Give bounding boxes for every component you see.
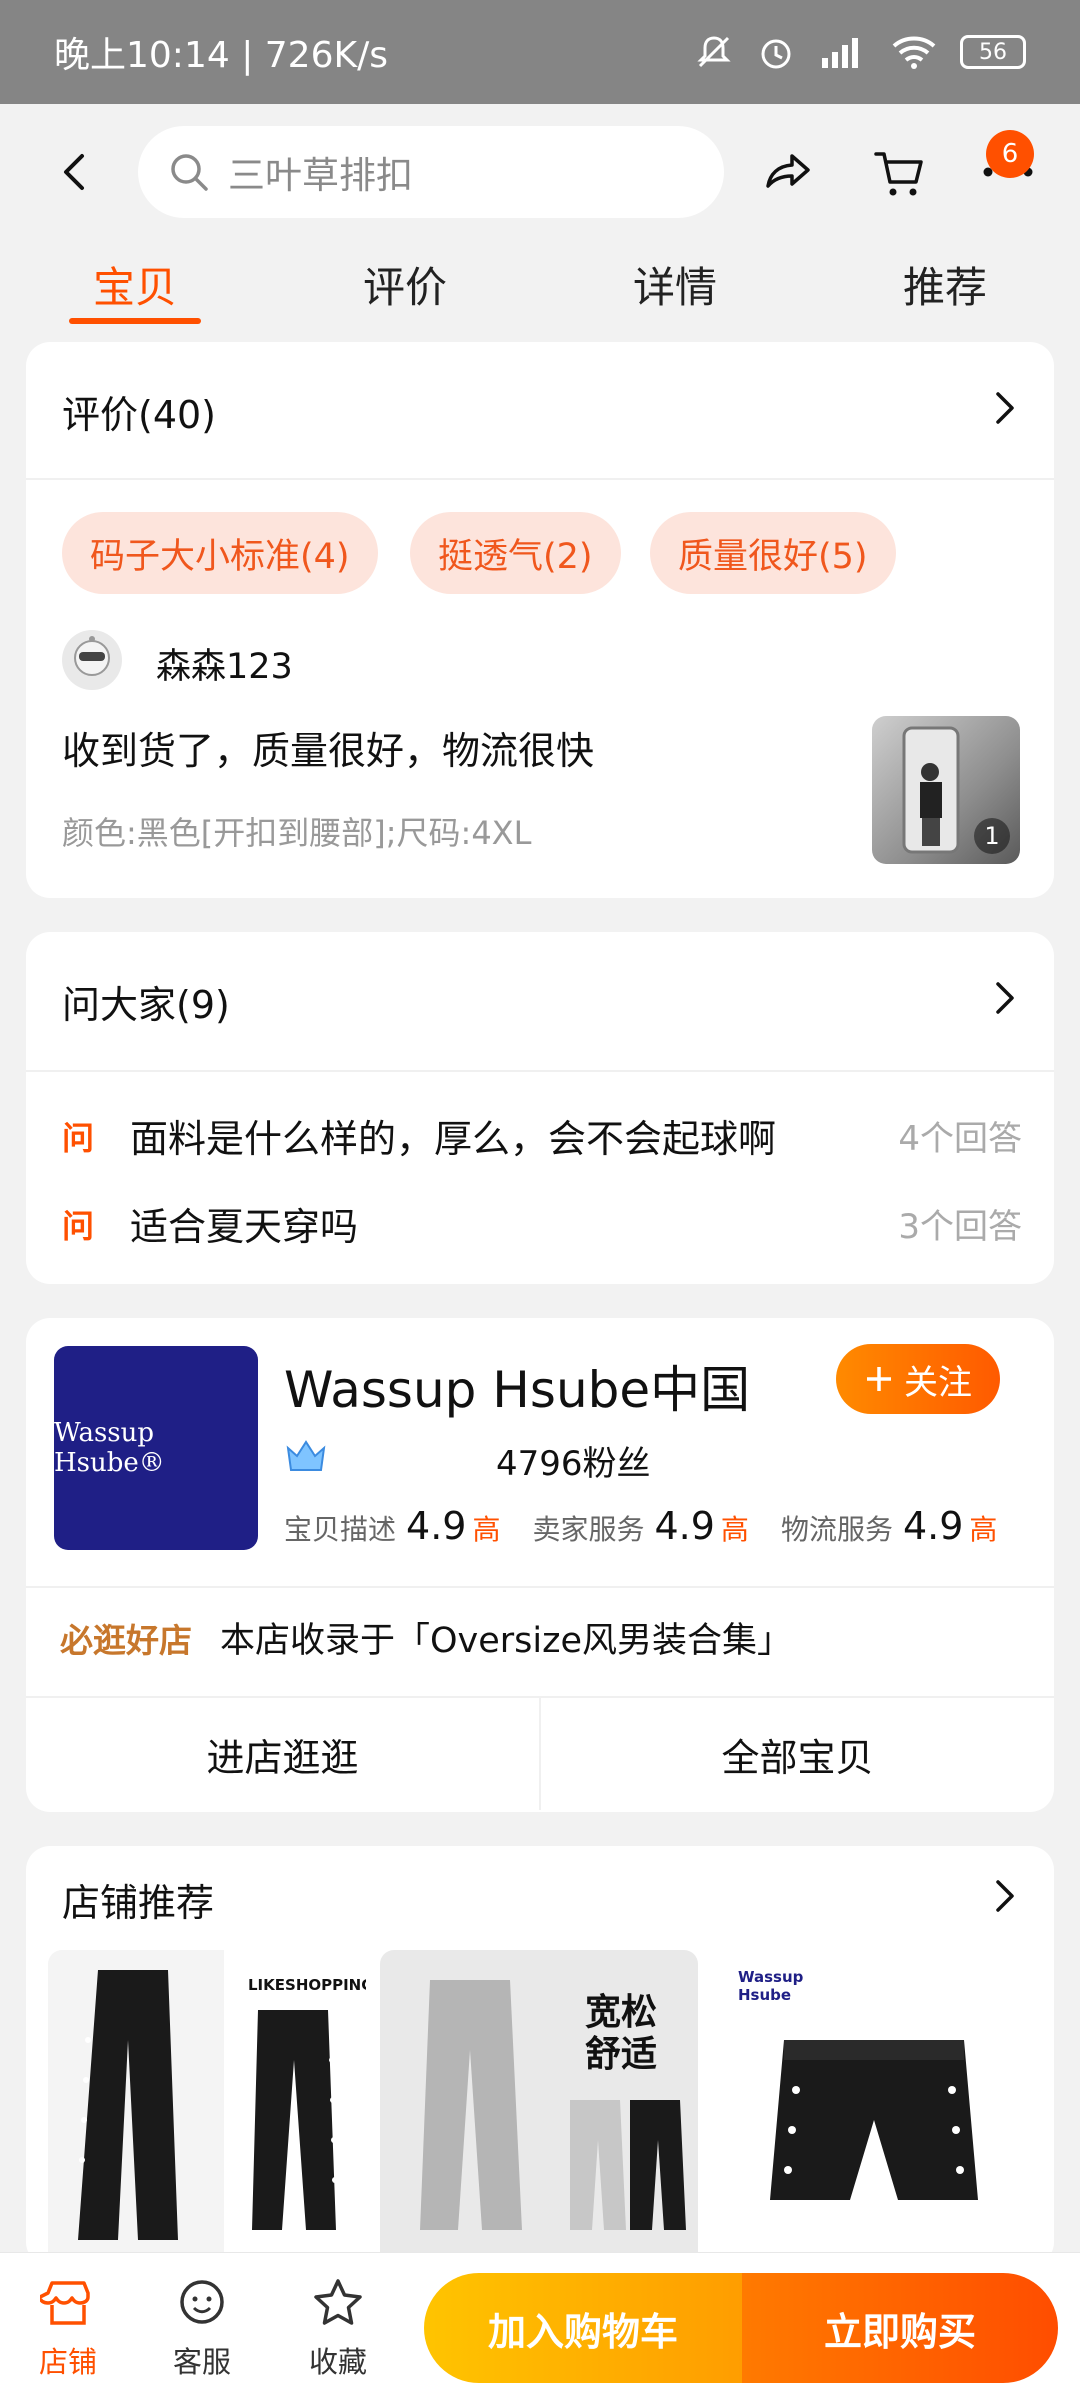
status-time-speed: 晚上10:14 | 726K/s (54, 35, 388, 76)
qa-row[interactable]: 问 适合夏天穿吗 3个回答 (62, 1196, 1022, 1251)
divider (26, 1586, 1054, 1588)
question-text: 面料是什么样的，厚么，会不会起球啊 (130, 1117, 777, 1161)
chevron-right-icon[interactable] (992, 1876, 1018, 1916)
qa-card: 问大家(9) 问 面料是什么样的，厚么，会不会起球啊 4个回答 问 适合夏天穿吗… (26, 932, 1054, 1284)
shop-logo[interactable]: Wassup Hsube® (54, 1346, 258, 1550)
chevron-right-icon[interactable] (992, 388, 1018, 428)
shop-actions: 进店逛逛 全部宝贝 (26, 1696, 1054, 1810)
buy-now-button[interactable]: 立即购买 (742, 2273, 1058, 2383)
crown-icon (286, 1440, 326, 1471)
all-items-button[interactable]: 全部宝贝 (541, 1698, 1054, 1810)
score-grade: 高 (720, 1513, 749, 1546)
alarm-icon (761, 39, 791, 69)
fans-count: 4796粉丝 (496, 1444, 651, 1484)
recommend-card: 店铺推荐 LIKESHOPPING 宽松舒适 Wassup Hsube (26, 1846, 1054, 2266)
bottom-action-bar: 店铺 客服 收藏 加入购物车 立即购买 (0, 2252, 1080, 2400)
answer-count: 3个回答 (898, 1207, 1022, 1247)
search-bar[interactable]: 三叶草排扣 (138, 126, 724, 218)
divider (26, 478, 1054, 480)
service-label: 客服 (172, 2345, 231, 2379)
score-value: 4.9 (902, 1504, 964, 1548)
favorite-tab[interactable]: 收藏 (288, 2275, 388, 2381)
score-label: 宝贝描述 (284, 1513, 397, 1546)
battery-level: 56 (979, 39, 1007, 65)
score-label: 卖家服务 (532, 1513, 645, 1546)
signal-icon (822, 38, 858, 68)
battery-icon: 56 (960, 35, 1026, 69)
shop-scores: 宝贝描述 4.9 高 卖家服务 4.9 高 物流服务 4.9 高 (284, 1504, 1029, 1548)
question-tag: 问 (62, 1118, 95, 1157)
score-label: 物流服务 (780, 1513, 893, 1546)
product-card[interactable]: LIKESHOPPING (48, 1950, 366, 2266)
store-icon (40, 2281, 90, 2325)
score-value: 4.9 (406, 1504, 467, 1548)
store-label: 店铺 (38, 2345, 97, 2379)
pants-image (48, 1950, 338, 2266)
chevron-right-icon[interactable] (992, 978, 1018, 1018)
product-tag-text: 宽松舒适 (584, 1992, 657, 2075)
score-value: 4.9 (654, 1504, 715, 1548)
review-chip[interactable]: 码子大小标准(4) (62, 512, 378, 594)
add-to-cart-button[interactable]: 加入购物车 (424, 2273, 742, 2383)
review-photo[interactable]: 1 (872, 716, 1020, 864)
shop-name[interactable]: Wassup Hsube中国 (284, 1350, 750, 1422)
back-icon[interactable] (52, 148, 100, 196)
photo-count: 1 (974, 818, 1010, 854)
reviewer-name: 森森123 (156, 647, 293, 687)
service-tab[interactable]: 客服 (152, 2275, 252, 2381)
status-bar: 晚上10:14 | 726K/s 56 (0, 0, 1080, 104)
product-brand-text: LIKESHOPPING (248, 1976, 366, 1994)
chat-icon (180, 2280, 224, 2324)
mute-icon (697, 36, 731, 68)
header: 三叶草排扣 6 宝贝 评价 详情 推荐 (0, 104, 1080, 336)
robot-avatar-icon (74, 636, 110, 676)
review-text: 收到货了，质量很好，物流很快 (62, 729, 595, 773)
review-chip[interactable]: 质量很好(5) (650, 512, 896, 594)
follow-button[interactable]: 关注 (836, 1344, 1000, 1414)
plus-icon (867, 1367, 891, 1391)
reviews-title[interactable]: 评价(40) (62, 384, 216, 439)
shop-card: Wassup Hsube® Wassup Hsube中国 关注 4796粉丝 宝… (26, 1318, 1054, 1812)
tab-details[interactable]: 详情 (540, 244, 810, 336)
review-sku: 颜色:黑色[开扣到腰部];尺码:4XL (62, 814, 532, 852)
good-shop-badge: 必逛好店 (60, 1620, 192, 1660)
question-tag: 问 (62, 1206, 95, 1245)
search-placeholder: 三叶草排扣 (228, 154, 413, 197)
qa-title[interactable]: 问大家(9) (62, 974, 230, 1029)
share-icon[interactable] (760, 142, 820, 202)
wifi-icon (892, 36, 936, 69)
enter-shop-button[interactable]: 进店逛逛 (26, 1698, 541, 1810)
tab-recommend[interactable]: 推荐 (810, 244, 1080, 336)
reviews-card: 评价(40) 码子大小标准(4) 挺透气(2) 质量很好(5) 森森123 收到… (26, 342, 1054, 898)
question-text: 适合夏天穿吗 (130, 1205, 359, 1249)
tab-bar: 宝贝 评价 详情 推荐 (0, 244, 1080, 336)
favorite-label: 收藏 (308, 2345, 367, 2379)
product-brand-text: Wassup Hsube (738, 1968, 804, 2004)
avatar (62, 630, 122, 690)
tab-reviews[interactable]: 评价 (270, 244, 540, 336)
score-grade: 高 (969, 1513, 998, 1546)
review-chip[interactable]: 挺透气(2) (410, 512, 621, 594)
follow-label: 关注 (904, 1362, 972, 1403)
cart-icon[interactable] (870, 142, 930, 202)
shop-logo-text: Wassup Hsube® (54, 1418, 165, 1478)
product-card[interactable]: Wassup Hsube (714, 1950, 1032, 2266)
qa-row[interactable]: 问 面料是什么样的，厚么，会不会起球啊 4个回答 (62, 1108, 1022, 1163)
star-icon (314, 2279, 362, 2325)
recommend-title[interactable]: 店铺推荐 (62, 1872, 214, 1927)
product-card[interactable]: 宽松舒适 (380, 1950, 698, 2266)
divider (26, 1070, 1054, 1072)
answer-count: 4个回答 (898, 1119, 1022, 1159)
tab-item[interactable]: 宝贝 (0, 244, 270, 336)
store-tab[interactable]: 店铺 (18, 2275, 118, 2381)
score-grade: 高 (472, 1513, 501, 1546)
collection-text: 本店收录于「Oversize风男装合集」 (220, 1621, 793, 1661)
search-icon (171, 154, 208, 191)
cart-count-badge: 6 (986, 130, 1034, 178)
shop-collection[interactable]: 必逛好店 本店收录于「Oversize风男装合集」 (60, 1612, 792, 1663)
